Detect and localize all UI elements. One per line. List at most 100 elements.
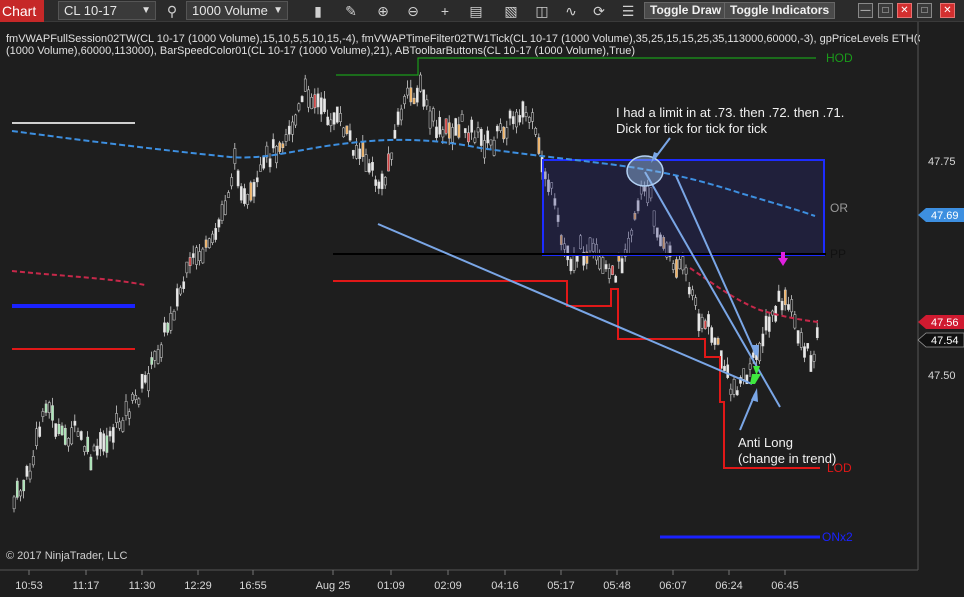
candle-body (262, 156, 266, 169)
chart-tab[interactable]: Chart (0, 0, 44, 22)
candle-body (252, 182, 256, 197)
bar-type-selector[interactable]: 1000 Volume ▼ (186, 1, 288, 20)
candle-body (399, 108, 403, 121)
candle-body (73, 420, 77, 426)
candle-body (681, 256, 685, 271)
candlestick-style-icon[interactable]: ▮​ (309, 2, 327, 20)
candle-body (297, 103, 301, 111)
candle-body (809, 355, 813, 372)
search-icon[interactable]: ⚲ (163, 2, 181, 20)
restore-icon[interactable]: □ (917, 3, 932, 18)
time-tick-label: 12:29 (184, 580, 212, 592)
candle-body (531, 112, 534, 122)
price-chart[interactable]: I had a limit in at .73. then .72. then … (0, 22, 964, 597)
toggle-indicators-button[interactable]: Toggle Indicators (724, 2, 836, 19)
candle-body (163, 322, 166, 333)
candle-body (204, 239, 208, 248)
candle-body (438, 117, 442, 135)
candle-body (243, 188, 246, 204)
hod-label: HOD (826, 51, 853, 65)
close-window-icon[interactable]: ✕ (940, 3, 955, 18)
candle-body (118, 421, 122, 429)
candle-body (156, 349, 160, 364)
instrument-label: CL 10-17 (64, 3, 117, 18)
candle-body (425, 99, 429, 107)
candle-body (572, 253, 576, 271)
candle-body (447, 122, 451, 139)
candle-body (291, 121, 294, 135)
candle-body (377, 181, 381, 189)
candle-body (271, 139, 275, 149)
candle-body (214, 228, 218, 240)
candle-body (374, 179, 378, 186)
candle-body (335, 106, 339, 123)
time-tick-label: 06:24 (715, 580, 743, 592)
candle-body (502, 126, 506, 140)
candle-body (223, 200, 227, 215)
candle-body (140, 373, 144, 389)
crosshair-icon[interactable]: + (436, 2, 454, 20)
candle-body (444, 118, 448, 134)
chart-window-icon[interactable]: □ (878, 3, 893, 18)
minimize-icon[interactable]: — (858, 3, 873, 18)
chart-style-icon[interactable]: ∿ (562, 2, 580, 20)
candle-body (294, 114, 298, 126)
candle-body (86, 436, 90, 452)
candle-body (147, 373, 150, 392)
candle-body (694, 297, 698, 306)
candle-body (796, 330, 800, 344)
candle-body (319, 97, 323, 115)
candle-body (767, 316, 771, 332)
candle-body (511, 116, 515, 125)
close-icon[interactable]: ✕ (897, 3, 912, 18)
instrument-selector[interactable]: CL 10-17 ▼ (58, 1, 156, 20)
green-up-arrow-icon (750, 366, 761, 384)
drawing-objects-icon[interactable]: ◫ (533, 2, 551, 20)
candle-body (403, 96, 406, 105)
candle-body (729, 388, 733, 395)
candle-body (364, 154, 368, 172)
draw-pencil-icon[interactable]: ✎ (342, 2, 360, 20)
candle-body (489, 139, 493, 146)
candle-body (527, 117, 531, 123)
zoom-out-icon[interactable]: ⊖ (404, 2, 422, 20)
data-box-icon[interactable]: ▤ (467, 2, 485, 20)
candle-body (390, 152, 394, 160)
candle-body (783, 289, 787, 306)
candle-body (111, 427, 115, 443)
zoom-in-icon[interactable]: ⊕ (374, 2, 392, 20)
candle-body (703, 320, 707, 329)
candle-body (127, 411, 131, 419)
price-tick-label: 47.75 (928, 156, 956, 168)
refresh-icon[interactable]: ⟳ (590, 2, 608, 20)
candle-body (310, 97, 314, 109)
time-axis: 10:53 11:17 11:30 12:29 16:55 Aug 25 01:09 02:0… (15, 570, 799, 592)
candle-body (777, 290, 781, 302)
candle-body (534, 127, 538, 135)
candle-body (790, 299, 794, 313)
copyright-label: © 2017 NinjaTrader, LLC (6, 550, 127, 562)
limit-annotation-line1: I had a limit in at .73. then .72. then … (616, 105, 844, 120)
candle-body (329, 119, 333, 126)
candle-body (179, 287, 182, 295)
candle-body (307, 89, 310, 108)
limit-annotation-line2: Dick for tick for tick for tick (616, 121, 767, 136)
candle-body (44, 403, 48, 413)
toggle-draw-button[interactable]: Toggle Draw (644, 2, 728, 19)
candle-body (38, 426, 42, 437)
candle-body (230, 177, 234, 187)
bar-spacing-icon[interactable]: ▧ (502, 2, 520, 20)
candle-body (355, 145, 358, 159)
candle-body (422, 89, 426, 107)
candle-body (393, 129, 397, 139)
candle-body (435, 126, 438, 139)
candle-body (95, 445, 99, 456)
candle-body (457, 124, 461, 138)
candle-body (284, 134, 288, 142)
candle-body (684, 267, 688, 275)
candle-body (60, 425, 64, 436)
candle-body (175, 288, 179, 307)
limit-ellipse[interactable] (626, 155, 664, 187)
candle-body (675, 259, 678, 278)
properties-icon[interactable]: ☰ (619, 2, 637, 20)
